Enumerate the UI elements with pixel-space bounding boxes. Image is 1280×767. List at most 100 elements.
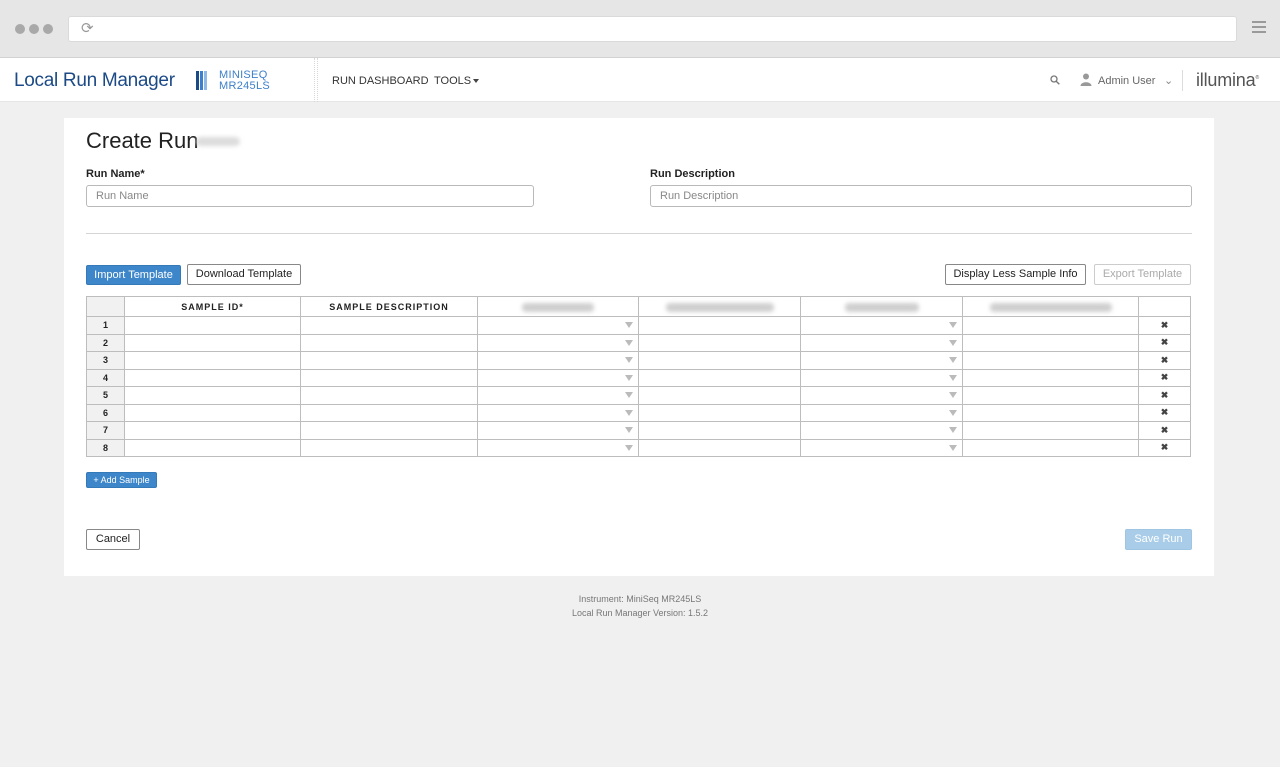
window-dot-icon[interactable]: [43, 24, 53, 34]
add-sample-button[interactable]: + Add Sample: [86, 472, 157, 488]
dropdown-arrow-icon[interactable]: [949, 322, 957, 328]
run-description-input[interactable]: [650, 185, 1192, 207]
text-cell[interactable]: [638, 421, 801, 440]
text-cell[interactable]: [962, 403, 1139, 422]
dropdown-arrow-icon[interactable]: [625, 392, 633, 398]
sample-description-cell[interactable]: [300, 316, 478, 335]
dropdown-arrow-icon[interactable]: [625, 322, 633, 328]
dropdown-cell[interactable]: [477, 368, 639, 387]
dropdown-arrow-icon[interactable]: [625, 374, 633, 381]
text-cell[interactable]: [638, 403, 801, 422]
dropdown-cell[interactable]: [477, 386, 639, 405]
dropdown-arrow-icon[interactable]: [949, 409, 957, 416]
sample-id-cell[interactable]: [124, 333, 301, 352]
dropdown-cell[interactable]: [477, 351, 639, 370]
text-cell[interactable]: [638, 333, 801, 352]
brand-name: illumina: [1196, 70, 1256, 90]
text-cell[interactable]: [962, 316, 1139, 335]
dropdown-arrow-icon[interactable]: [625, 444, 633, 451]
text-cell[interactable]: [638, 316, 801, 335]
sample-description-cell[interactable]: [300, 421, 478, 440]
chevron-down-icon[interactable]: ⌄: [1164, 74, 1173, 87]
dropdown-arrow-icon[interactable]: [949, 339, 957, 346]
dropdown-arrow-icon[interactable]: [949, 444, 957, 451]
sample-id-cell[interactable]: [124, 421, 301, 440]
text-cell[interactable]: [638, 386, 801, 405]
table-row: 2 ✖: [86, 333, 1191, 352]
text-cell[interactable]: [962, 368, 1139, 387]
dropdown-arrow-icon[interactable]: [625, 357, 633, 363]
dropdown-cell[interactable]: [477, 333, 639, 352]
text-cell[interactable]: [638, 351, 801, 370]
table-row: 3 ✖: [86, 351, 1191, 370]
dropdown-cell[interactable]: [800, 351, 963, 370]
nav-tools[interactable]: TOOLS: [434, 75, 480, 87]
sample-id-cell[interactable]: [124, 351, 301, 370]
app-header: Local Run Manager MINISEQ MR245LS RUN DA…: [0, 58, 1280, 102]
dropdown-arrow-icon[interactable]: [949, 357, 957, 363]
dropdown-cell[interactable]: [800, 421, 963, 440]
dropdown-cell[interactable]: [477, 316, 639, 335]
sample-description-cell[interactable]: [300, 368, 478, 387]
window-controls[interactable]: [15, 24, 53, 34]
text-cell[interactable]: [962, 386, 1139, 405]
dropdown-cell[interactable]: [800, 333, 963, 352]
delete-row-icon[interactable]: ✖: [1138, 333, 1191, 352]
dropdown-arrow-icon[interactable]: [625, 427, 633, 433]
dropdown-cell[interactable]: [800, 438, 963, 457]
nav-run-dashboard[interactable]: RUN DASHBOARD: [332, 75, 429, 87]
dropdown-cell[interactable]: [477, 438, 639, 457]
dropdown-arrow-icon[interactable]: [949, 374, 957, 381]
row-number: 1: [86, 316, 125, 335]
download-template-button[interactable]: Download Template: [187, 264, 301, 285]
delete-row-icon[interactable]: ✖: [1138, 438, 1191, 457]
search-icon[interactable]: [1050, 75, 1060, 85]
dropdown-cell[interactable]: [477, 421, 639, 440]
cancel-button[interactable]: Cancel: [86, 529, 140, 550]
import-template-button[interactable]: Import Template: [86, 265, 181, 285]
sample-description-cell[interactable]: [300, 351, 478, 370]
text-cell[interactable]: [962, 421, 1139, 440]
app-title[interactable]: Local Run Manager: [14, 70, 175, 92]
window-dot-icon[interactable]: [15, 24, 25, 34]
dropdown-cell[interactable]: [800, 368, 963, 387]
dropdown-cell[interactable]: [800, 386, 963, 405]
dropdown-cell[interactable]: [477, 403, 639, 422]
sample-id-cell[interactable]: [124, 368, 301, 387]
run-description-label: Run Description: [650, 168, 735, 180]
user-name[interactable]: Admin User: [1098, 75, 1155, 87]
blurred-column-header: [800, 296, 963, 317]
dropdown-arrow-icon[interactable]: [949, 427, 957, 433]
delete-row-icon[interactable]: ✖: [1138, 316, 1191, 335]
delete-row-icon[interactable]: ✖: [1138, 351, 1191, 370]
dropdown-cell[interactable]: [800, 316, 963, 335]
text-cell[interactable]: [962, 333, 1139, 352]
sample-id-cell[interactable]: [124, 386, 301, 405]
sample-description-cell[interactable]: [300, 438, 478, 457]
sample-description-cell[interactable]: [300, 386, 478, 405]
text-cell[interactable]: [638, 438, 801, 457]
text-cell[interactable]: [962, 438, 1139, 457]
delete-row-icon[interactable]: ✖: [1138, 421, 1191, 440]
sample-id-cell[interactable]: [124, 403, 301, 422]
dropdown-arrow-icon[interactable]: [625, 339, 633, 346]
sample-description-cell[interactable]: [300, 333, 478, 352]
delete-row-icon[interactable]: ✖: [1138, 368, 1191, 387]
illumina-logo: illumina®: [1196, 70, 1259, 90]
window-dot-icon[interactable]: [29, 24, 39, 34]
dropdown-arrow-icon[interactable]: [949, 392, 957, 398]
sample-id-cell[interactable]: [124, 316, 301, 335]
delete-row-icon[interactable]: ✖: [1138, 403, 1191, 422]
reload-icon[interactable]: ⟳: [81, 21, 97, 37]
display-less-sample-info-button[interactable]: Display Less Sample Info: [945, 264, 1086, 285]
delete-row-icon[interactable]: ✖: [1138, 386, 1191, 405]
address-bar[interactable]: ⟳: [68, 16, 1237, 42]
dropdown-cell[interactable]: [800, 403, 963, 422]
dropdown-arrow-icon[interactable]: [625, 409, 633, 416]
run-name-input[interactable]: [86, 185, 534, 207]
sample-description-cell[interactable]: [300, 403, 478, 422]
text-cell[interactable]: [638, 368, 801, 387]
sample-id-cell[interactable]: [124, 438, 301, 457]
hamburger-menu-icon[interactable]: [1252, 21, 1266, 35]
text-cell[interactable]: [962, 351, 1139, 370]
